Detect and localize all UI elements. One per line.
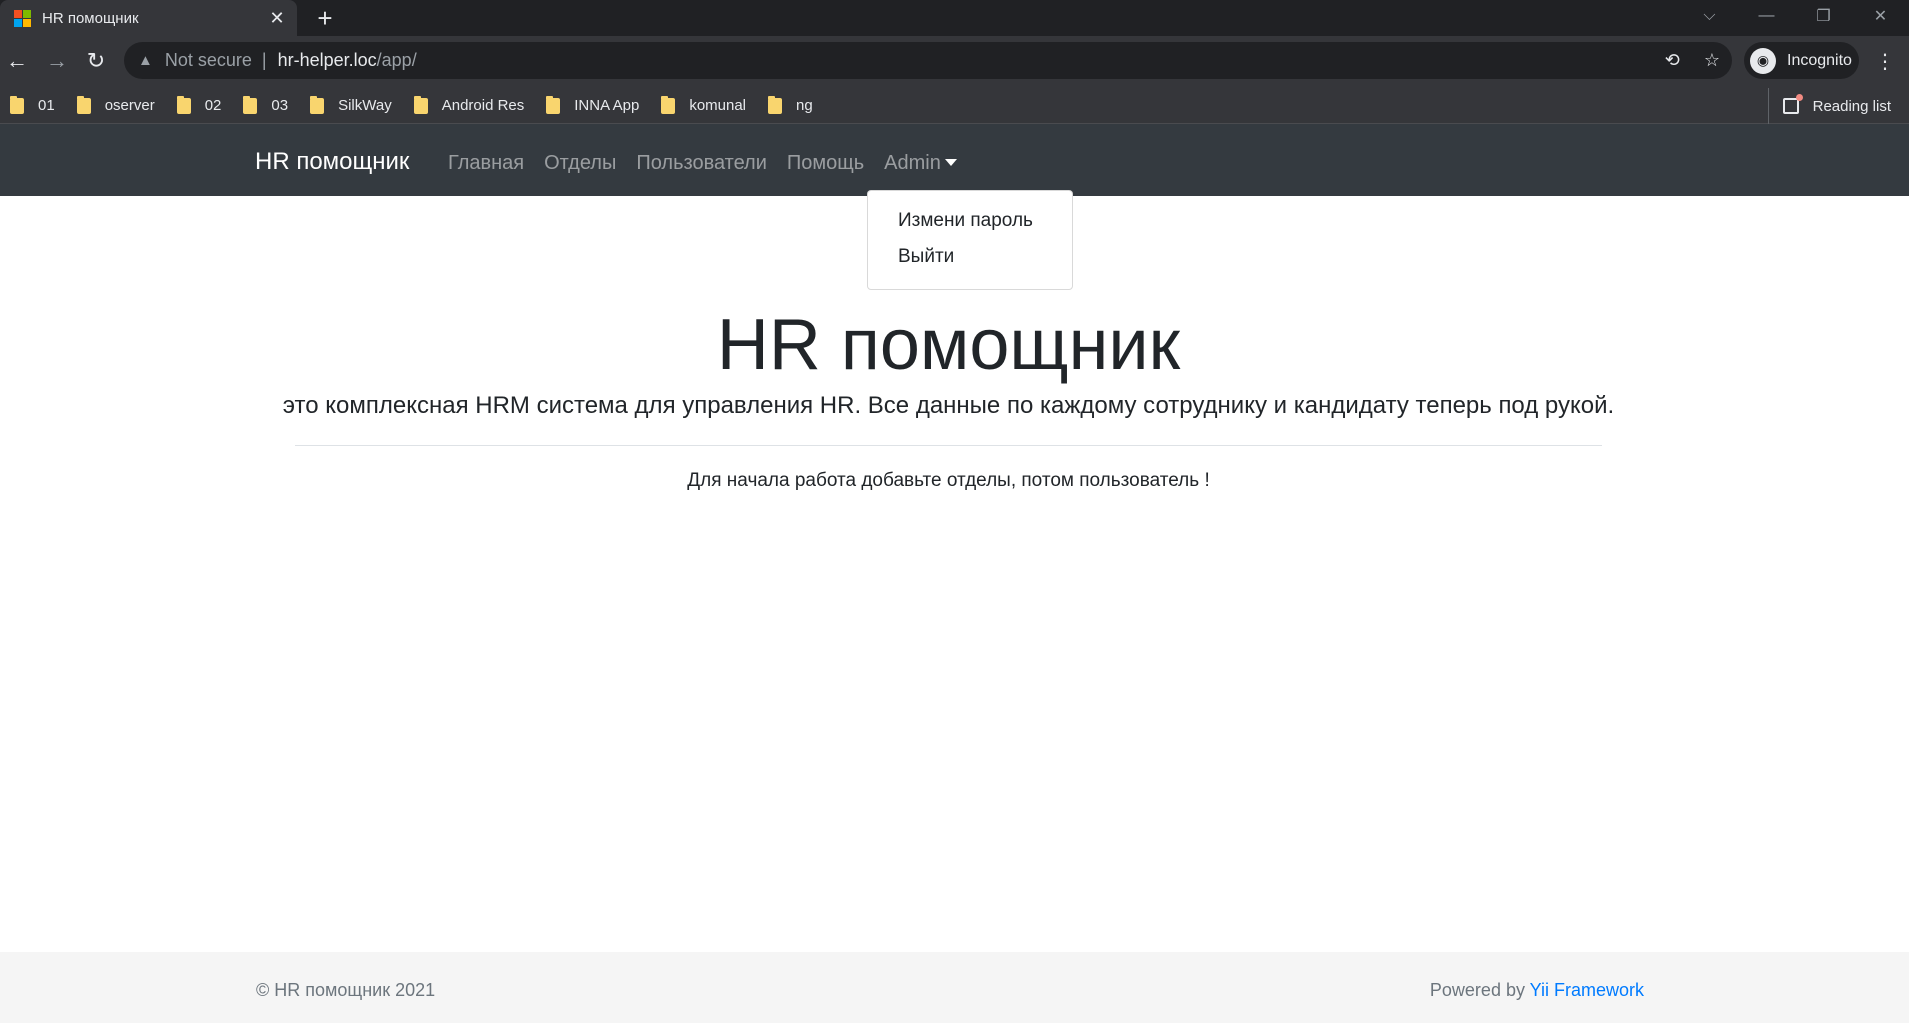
new-tab-button[interactable]: + — [311, 3, 339, 33]
restore-icon[interactable]: ❐ — [1795, 6, 1852, 26]
reading-list-icon — [1782, 94, 1803, 114]
bookmark-label: oserver — [104, 97, 155, 114]
change-password-item[interactable]: Измени пароль — [868, 203, 1072, 239]
window-controls: ⌵ — ❐ ✕ — [1681, 0, 1909, 32]
instruction-text: Для начала работа добавьте отделы, потом… — [687, 470, 1210, 491]
app-favicon-icon — [14, 9, 31, 27]
url-host: hr-helper.loc — [277, 50, 377, 70]
bookmark-folder[interactable]: SilkWay — [310, 95, 392, 114]
folder-icon — [243, 95, 258, 114]
bookmark-folder[interactable]: ng — [768, 95, 813, 114]
incognito-profile-button[interactable]: ◉ Incognito — [1744, 42, 1859, 79]
bookmark-label: Android Res — [441, 97, 525, 114]
bookmark-folder[interactable]: 03 — [243, 95, 289, 114]
browser-menu-icon[interactable]: ⋮ — [1870, 44, 1900, 78]
url-separator: | — [261, 50, 267, 70]
admin-dropdown-menu: Измени пароль Выйти — [867, 190, 1073, 290]
caret-down-icon — [944, 158, 957, 166]
folder-icon — [76, 95, 91, 114]
not-secure-icon[interactable]: ▲ — [138, 52, 153, 69]
bookmark-label: SilkWay — [338, 97, 392, 114]
nav-link-help[interactable]: Помощь — [787, 152, 864, 175]
bookmark-folder[interactable]: oserver — [76, 95, 155, 114]
copyright-text: © HR помощник 2021 — [256, 980, 436, 1000]
bookmark-label: komunal — [689, 97, 747, 114]
page-title: HR помощник — [716, 305, 1181, 385]
folder-icon — [768, 95, 783, 114]
folder-icon — [546, 95, 561, 114]
tab-search-icon[interactable]: ⌵ — [1681, 7, 1738, 25]
bookmark-folder[interactable]: 01 — [10, 95, 55, 114]
powered-by: Powered by Yii Framework — [1430, 980, 1644, 1001]
nav-link-home[interactable]: Главная — [448, 152, 524, 175]
bookmarks-bar: 01 oserver 02 03 SilkWay Android Res INN… — [0, 88, 1909, 124]
folder-icon — [10, 95, 24, 114]
divider — [295, 445, 1602, 446]
folder-icon — [661, 95, 676, 114]
url-path: /app/ — [376, 50, 417, 70]
folder-icon — [413, 95, 428, 114]
site-footer: © HR помощник 2021 Powered by Yii Framew… — [0, 952, 1909, 1023]
bookmark-star-icon[interactable]: ☆ — [1704, 50, 1720, 71]
tab-close-icon[interactable]: ✕ — [263, 4, 291, 32]
admin-label: Admin — [884, 152, 941, 174]
bookmark-label: 01 — [38, 97, 55, 114]
address-bar[interactable]: ▲ Not secure | hr-helper.loc /app/ ⟲ ☆ — [124, 42, 1732, 79]
profile-label: Incognito — [1787, 51, 1852, 69]
logout-item[interactable]: Выйти — [868, 239, 1072, 275]
folder-icon — [310, 95, 325, 114]
browser-toolbar: ← → ↻ ▲ Not secure | hr-helper.loc /app/… — [0, 36, 1909, 88]
bookmark-folder[interactable]: komunal — [661, 95, 747, 114]
security-label[interactable]: Not secure — [165, 50, 252, 71]
back-icon[interactable]: ← — [0, 44, 34, 78]
bookmark-label: ng — [796, 97, 813, 114]
web-page: HR помощник Главная Отделы Пользователи … — [0, 124, 1909, 1023]
translate-icon[interactable]: ⟲ — [1665, 50, 1680, 71]
navbar-brand[interactable]: HR помощник — [255, 148, 409, 176]
tab-strip: HR помощник ✕ + ⌵ — ❐ ✕ — [0, 0, 1909, 36]
tab-title: HR помощник — [42, 9, 139, 27]
powered-prefix: Powered by — [1429, 980, 1530, 1000]
reload-icon[interactable]: ↻ — [79, 44, 113, 78]
bookmark-label: 03 — [271, 97, 289, 114]
admin-dropdown-toggle[interactable]: Admin — [884, 152, 957, 175]
window-close-icon[interactable]: ✕ — [1852, 6, 1909, 26]
yii-framework-link[interactable]: Yii Framework — [1530, 980, 1644, 1000]
incognito-icon: ◉ — [1750, 47, 1776, 74]
nav-link-users[interactable]: Пользователи — [636, 152, 767, 175]
minimize-icon[interactable]: — — [1738, 7, 1795, 25]
nav-links: Главная Отделы Пользователи Помощь Admin — [448, 152, 957, 175]
reading-list-button[interactable]: Reading list — [1767, 88, 1891, 124]
forward-icon[interactable]: → — [40, 44, 74, 78]
reading-list-label: Reading list — [1812, 97, 1891, 115]
lead-text: это комплексная HRM система для управлен… — [282, 392, 1615, 419]
bookmark-folder[interactable]: INNA App — [546, 95, 640, 114]
bookmark-label: 02 — [204, 97, 222, 114]
folder-icon — [176, 95, 191, 114]
bookmark-folder[interactable]: 02 — [176, 95, 222, 114]
bookmark-label: INNA App — [574, 97, 640, 114]
browser-tab[interactable]: HR помощник ✕ — [0, 0, 297, 36]
bookmark-folder[interactable]: Android Res — [413, 95, 525, 114]
nav-link-departments[interactable]: Отделы — [544, 152, 616, 175]
site-navbar: HR помощник Главная Отделы Пользователи … — [0, 124, 1909, 196]
